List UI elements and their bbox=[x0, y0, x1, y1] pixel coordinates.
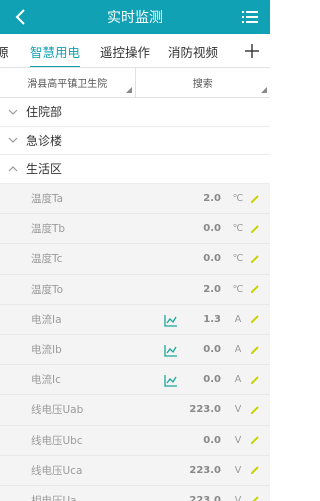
plus-icon[interactable] bbox=[244, 43, 260, 59]
measurement-name: 温度Tb bbox=[31, 223, 66, 236]
pencil-icon[interactable] bbox=[250, 405, 260, 415]
group-emergency[interactable]: 急诊楼 bbox=[0, 127, 270, 155]
pencil-icon[interactable] bbox=[250, 345, 260, 355]
search-button[interactable]: 搜索 bbox=[134, 68, 271, 97]
tab-remote-control[interactable]: 遥控操作 bbox=[100, 34, 150, 67]
pencil-icon[interactable] bbox=[250, 284, 260, 294]
measurement-row[interactable]: 温度Ta 2.0 ℃ bbox=[0, 184, 270, 215]
measurement-unit: ℃ bbox=[232, 253, 244, 265]
group-living-area[interactable]: 生活区 bbox=[0, 155, 270, 184]
pencil-icon[interactable] bbox=[250, 495, 260, 501]
measurement-row[interactable]: 温度Tb 0.0 ℃ bbox=[0, 214, 270, 245]
measurement-row[interactable]: 电流Ib 0.0 A bbox=[0, 335, 270, 366]
measurement-name: 温度Ta bbox=[31, 193, 64, 206]
pencil-icon[interactable] bbox=[250, 435, 260, 445]
measurement-value: 223.0 bbox=[189, 404, 221, 416]
measurement-name: 线电压Ubc bbox=[31, 434, 83, 447]
trend-chart-icon[interactable] bbox=[164, 344, 178, 357]
measurement-name: 相电压Ua bbox=[31, 494, 77, 501]
measurement-value: 2.0 bbox=[203, 283, 221, 295]
measurement-row[interactable]: 线电压Uab 223.0 V bbox=[0, 395, 270, 426]
measurement-row[interactable]: 温度To 2.0 ℃ bbox=[0, 275, 270, 305]
tab-bar: 源 智慧用电 遥控操作 消防视频 bbox=[0, 34, 270, 68]
measurement-name: 电流Ic bbox=[31, 374, 61, 387]
corner-triangle-icon bbox=[261, 87, 267, 93]
tab-partial[interactable]: 源 bbox=[0, 34, 9, 67]
back-chevron-icon[interactable] bbox=[12, 8, 30, 26]
measurement-unit: ℃ bbox=[232, 283, 244, 295]
chevron-down-icon bbox=[8, 109, 18, 115]
measurement-row[interactable]: 电流Ic 0.0 A bbox=[0, 365, 270, 396]
location-label: 滑县高平镇卫生院 bbox=[27, 79, 108, 90]
measurement-value: 1.3 bbox=[203, 313, 221, 325]
measurement-value: 0.0 bbox=[203, 344, 221, 356]
measurement-row[interactable]: 相电压Ua 223.0 V bbox=[0, 486, 270, 501]
measurement-value: 0.0 bbox=[203, 374, 221, 386]
pencil-icon[interactable] bbox=[250, 314, 260, 324]
measurement-unit: A bbox=[234, 313, 242, 325]
pencil-icon[interactable] bbox=[250, 465, 260, 475]
chevron-up-icon bbox=[8, 165, 18, 172]
measurement-list: 温度Ta 2.0 ℃ 温度Tb 0.0 ℃ 温度Tc 0.0 ℃ 温度To 2.0 ℃ 电流Ia 1.3 A… bbox=[0, 184, 270, 501]
group-label: 住院部 bbox=[26, 105, 63, 120]
group-inpatient[interactable]: 住院部 bbox=[0, 98, 270, 127]
measurement-unit: V bbox=[234, 464, 242, 476]
measurement-row[interactable]: 线电压Uca 223.0 V bbox=[0, 456, 270, 486]
measurement-value: 0.0 bbox=[203, 253, 221, 265]
measurement-unit: V bbox=[234, 434, 242, 446]
measurement-value: 0.0 bbox=[203, 434, 221, 446]
measurement-value: 0.0 bbox=[203, 223, 221, 235]
measurement-name: 电流Ib bbox=[31, 344, 62, 357]
group-label: 生活区 bbox=[26, 162, 63, 177]
measurement-value: 223.0 bbox=[189, 464, 221, 476]
measurement-row[interactable]: 温度Tc 0.0 ℃ bbox=[0, 244, 270, 275]
corner-triangle-icon bbox=[125, 87, 132, 93]
measurement-value: 223.0 bbox=[189, 494, 221, 501]
measurement-unit: A bbox=[234, 374, 242, 386]
measurement-row[interactable]: 线电压Ubc 0.0 V bbox=[0, 426, 270, 456]
measurement-unit: V bbox=[234, 494, 242, 501]
pencil-icon[interactable] bbox=[250, 254, 260, 264]
page-title: 实时监测 bbox=[107, 10, 163, 26]
chevron-down-icon bbox=[8, 137, 18, 144]
measurement-unit: A bbox=[234, 344, 242, 356]
measurement-unit: ℃ bbox=[232, 223, 244, 235]
title-bar: 实时监测 bbox=[0, 0, 270, 34]
tab-smart-electricity[interactable]: 智慧用电 bbox=[30, 34, 81, 67]
measurement-row[interactable]: 电流Ia 1.3 A bbox=[0, 305, 270, 335]
pencil-icon[interactable] bbox=[250, 224, 260, 234]
location-selector[interactable]: 滑县高平镇卫生院 bbox=[0, 68, 135, 97]
pencil-icon[interactable] bbox=[250, 375, 260, 385]
measurement-name: 线电压Uca bbox=[31, 464, 83, 477]
trend-chart-icon[interactable] bbox=[164, 314, 178, 327]
measurement-name: 温度To bbox=[31, 283, 64, 296]
measurement-name: 线电压Uab bbox=[31, 404, 84, 417]
measurement-unit: ℃ bbox=[232, 193, 244, 205]
measurement-value: 2.0 bbox=[203, 193, 221, 205]
list-menu-icon[interactable] bbox=[242, 9, 258, 25]
search-label: 搜索 bbox=[192, 79, 213, 90]
pencil-icon[interactable] bbox=[250, 194, 260, 204]
measurement-name: 电流Ia bbox=[31, 313, 62, 326]
measurement-name: 温度Tc bbox=[31, 253, 63, 266]
measurement-unit: V bbox=[234, 404, 242, 416]
trend-chart-icon[interactable] bbox=[164, 374, 178, 387]
filter-bar: 滑县高平镇卫生院 搜索 bbox=[0, 68, 270, 98]
group-label: 急诊楼 bbox=[26, 133, 63, 148]
tab-fire-video[interactable]: 消防视频 bbox=[168, 34, 218, 67]
